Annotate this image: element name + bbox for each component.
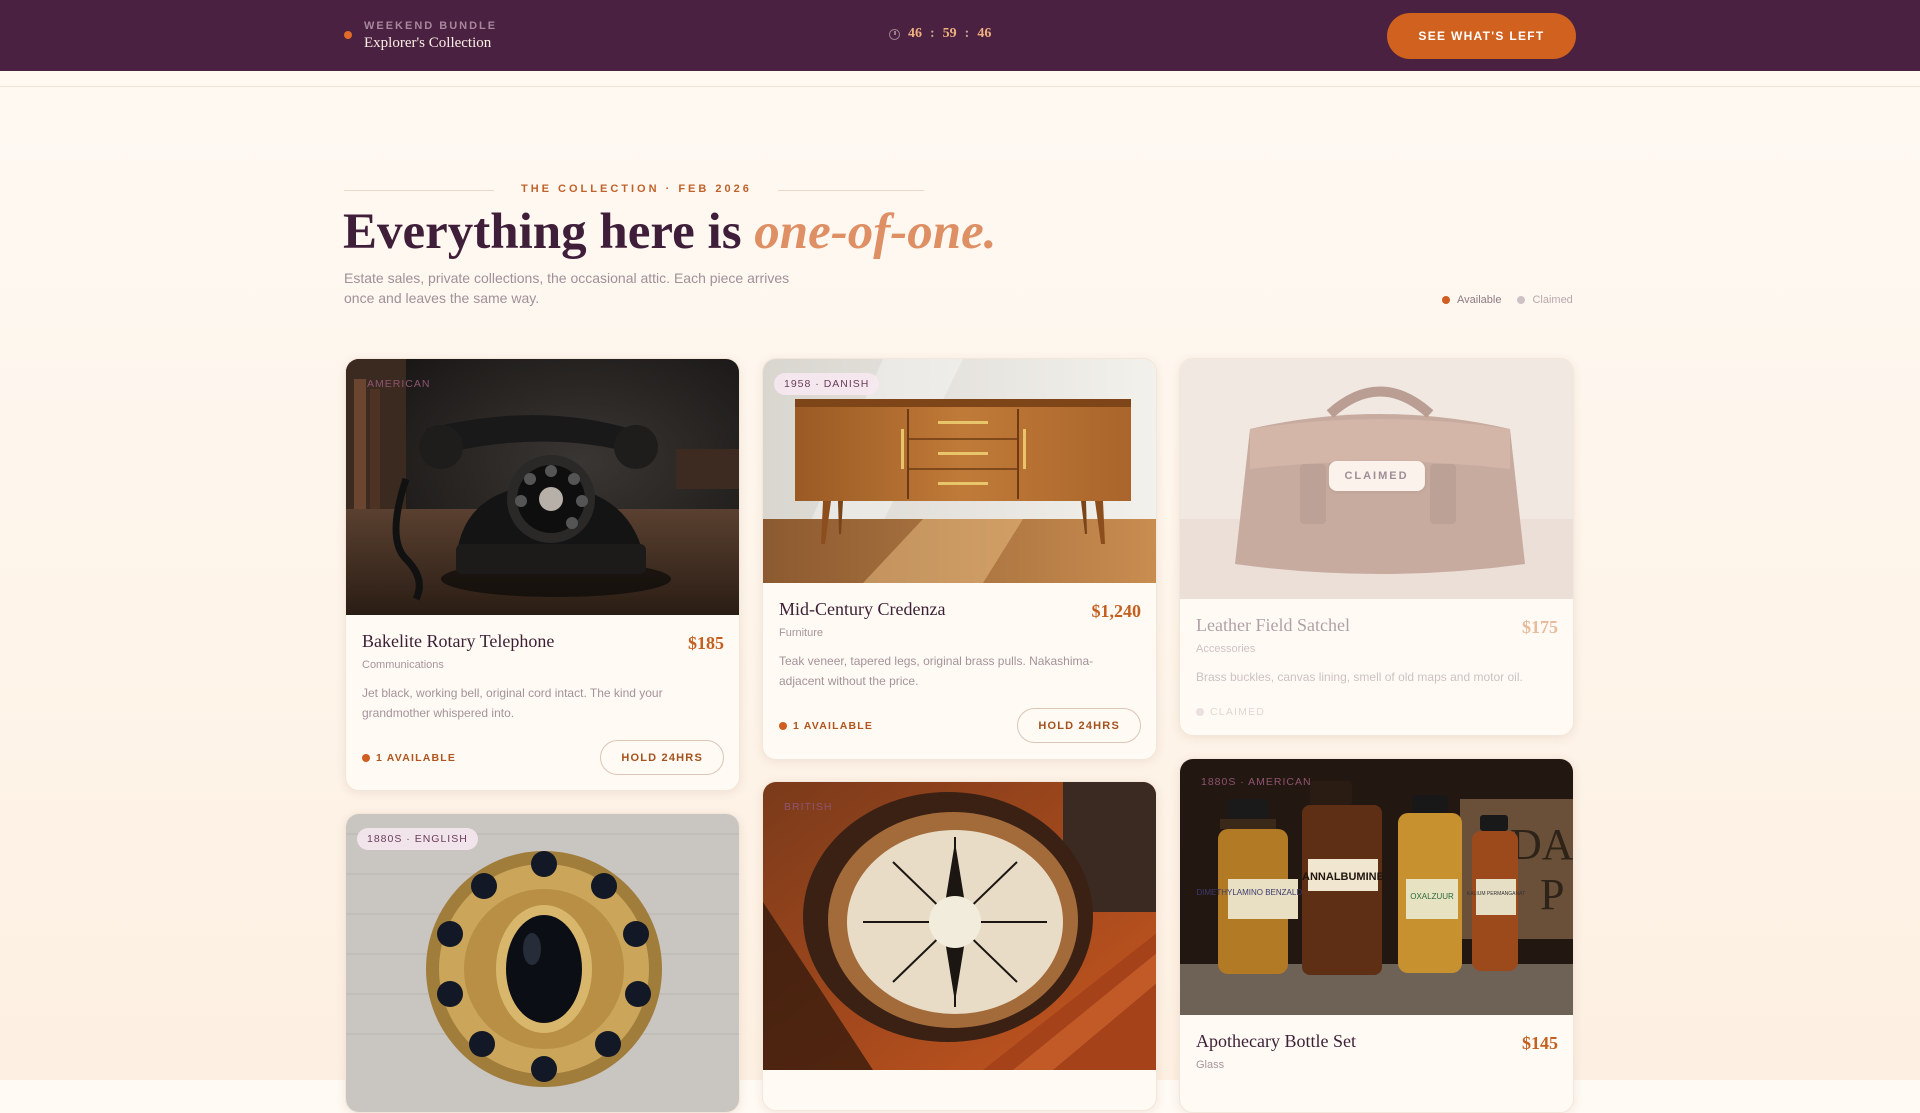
product-description: Brass buckles, canvas lining, smell of o… — [1196, 670, 1523, 684]
timer-minutes: 59 — [942, 26, 957, 41]
timer-hours: 46 — [908, 26, 922, 41]
product-card[interactable]: 1880S · ENGLISH — [345, 813, 740, 1113]
bottle-label: OXALZUUR — [1410, 892, 1454, 901]
product-image[interactable]: 1958 · DANISH — [763, 359, 1156, 583]
top-banner: WEEKEND BUNDLE Explorer's Collection 46 … — [0, 0, 1920, 71]
product-card[interactable]: 1958 · DANISH Mid-Century Credenza $1,24… — [762, 358, 1157, 760]
crate-text: DAR — [1510, 820, 1573, 869]
headline-main: Everything here is — [343, 204, 755, 260]
rotary-telephone-image — [346, 359, 739, 615]
available-dot-icon — [779, 722, 787, 730]
availability-status: 1 AVAILABLE — [779, 720, 873, 732]
product-name: Bakelite Rotary Telephone — [362, 631, 555, 651]
product-category: Communications — [362, 659, 444, 671]
availability-status: CLAIMED — [1196, 706, 1265, 718]
product-name: Mid-Century Credenza — [779, 599, 946, 619]
legend-available: Available — [1442, 294, 1501, 306]
divider — [778, 190, 924, 191]
section-eyebrow: THE COLLECTION · FEB 2026 — [344, 183, 924, 197]
product-card[interactable]: AMERICAN Bakelite Rotary Telephone $185 … — [345, 358, 740, 791]
product-price: $175 — [1522, 617, 1558, 637]
apothecary-bottles-image: DAR P DIMETHYLAMINO BENZALDEHYDE ANNALBU… — [1180, 759, 1573, 1015]
legend-claimed-label: Claimed — [1532, 294, 1573, 306]
product-description: Teak veneer, tapered legs, original bras… — [779, 654, 1094, 688]
availability-label: 1 AVAILABLE — [376, 752, 457, 764]
availability-label: CLAIMED — [1210, 706, 1266, 718]
product-image[interactable]: DAR P DIMETHYLAMINO BENZALDEHYDE ANNALBU… — [1180, 759, 1573, 1015]
claimed-dot-icon — [1196, 708, 1204, 716]
available-dot-icon — [1442, 296, 1450, 304]
timer-separator: : — [964, 26, 970, 41]
product-category: Furniture — [779, 627, 824, 639]
hold-24hrs-button[interactable]: HOLD 24HRS — [1017, 708, 1141, 743]
status-legend: Available Claimed — [1442, 294, 1573, 306]
page-title: Everything here is one-of-one. — [343, 203, 997, 261]
headline-accent: one-of-one. — [754, 204, 997, 260]
product-name: Leather Field Satchel — [1196, 615, 1350, 635]
product-card-claimed[interactable]: CLAIMED Leather Field Satchel $175 Acces… — [1179, 358, 1574, 736]
product-image[interactable]: BRITISH — [763, 782, 1156, 1070]
sub-header-strip — [0, 71, 1920, 87]
product-card[interactable]: DAR P DIMETHYLAMINO BENZALDEHYDE ANNALBU… — [1179, 758, 1574, 1113]
see-whats-left-button[interactable]: SEE WHAT'S LEFT — [1387, 13, 1576, 59]
product-price: $1,240 — [1091, 601, 1142, 621]
page-intro: Estate sales, private collections, the o… — [344, 270, 790, 306]
product-category: Glass — [1196, 1059, 1225, 1071]
divider — [344, 190, 494, 191]
countdown-timer: 46 : 59 : 46 — [889, 26, 991, 42]
compass-image — [763, 782, 1156, 1070]
provenance-tag: 1880S · AMERICAN — [1201, 776, 1312, 788]
product-image[interactable]: CLAIMED — [1180, 359, 1573, 599]
product-image[interactable]: AMERICAN — [346, 359, 739, 615]
product-name: Apothecary Bottle Set — [1196, 1031, 1356, 1051]
provenance-tag: 1958 · DANISH — [774, 373, 880, 395]
legend-claimed: Claimed — [1517, 294, 1573, 306]
bundle-title: Explorer's Collection — [364, 35, 492, 51]
provenance-tag: AMERICAN — [367, 378, 431, 390]
available-dot-icon — [362, 754, 370, 762]
product-image[interactable]: 1880S · ENGLISH — [346, 814, 739, 1112]
product-price: $145 — [1522, 1033, 1558, 1053]
provenance-tag: BRITISH — [784, 801, 833, 813]
timer-seconds: 46 — [977, 26, 992, 41]
bundle-kicker: WEEKEND BUNDLE — [364, 20, 498, 32]
claimed-dot-icon — [1517, 296, 1526, 304]
live-dot-icon — [344, 31, 352, 39]
crate-text: P — [1540, 870, 1564, 919]
claimed-overlay-badge: CLAIMED — [1328, 461, 1425, 491]
clock-icon — [889, 28, 900, 40]
bottle-label: KALIUM PERMANGANAT — [1467, 891, 1525, 897]
bottle-label: ANNALBUMINE — [1302, 871, 1384, 883]
provenance-tag: 1880S · ENGLISH — [357, 828, 478, 850]
eyebrow-text: THE COLLECTION · FEB 2026 — [521, 183, 752, 195]
legend-available-label: Available — [1457, 294, 1502, 306]
product-category: Accessories — [1196, 643, 1256, 655]
brooch-image — [346, 814, 739, 1112]
product-price: $185 — [688, 633, 724, 653]
availability-label: 1 AVAILABLE — [793, 720, 874, 732]
timer-separator: : — [930, 26, 935, 41]
availability-status: 1 AVAILABLE — [362, 752, 456, 764]
product-description: Jet black, working bell, original cord i… — [362, 686, 663, 720]
hold-24hrs-button[interactable]: HOLD 24HRS — [600, 740, 724, 775]
product-card[interactable]: BRITISH — [762, 781, 1157, 1111]
